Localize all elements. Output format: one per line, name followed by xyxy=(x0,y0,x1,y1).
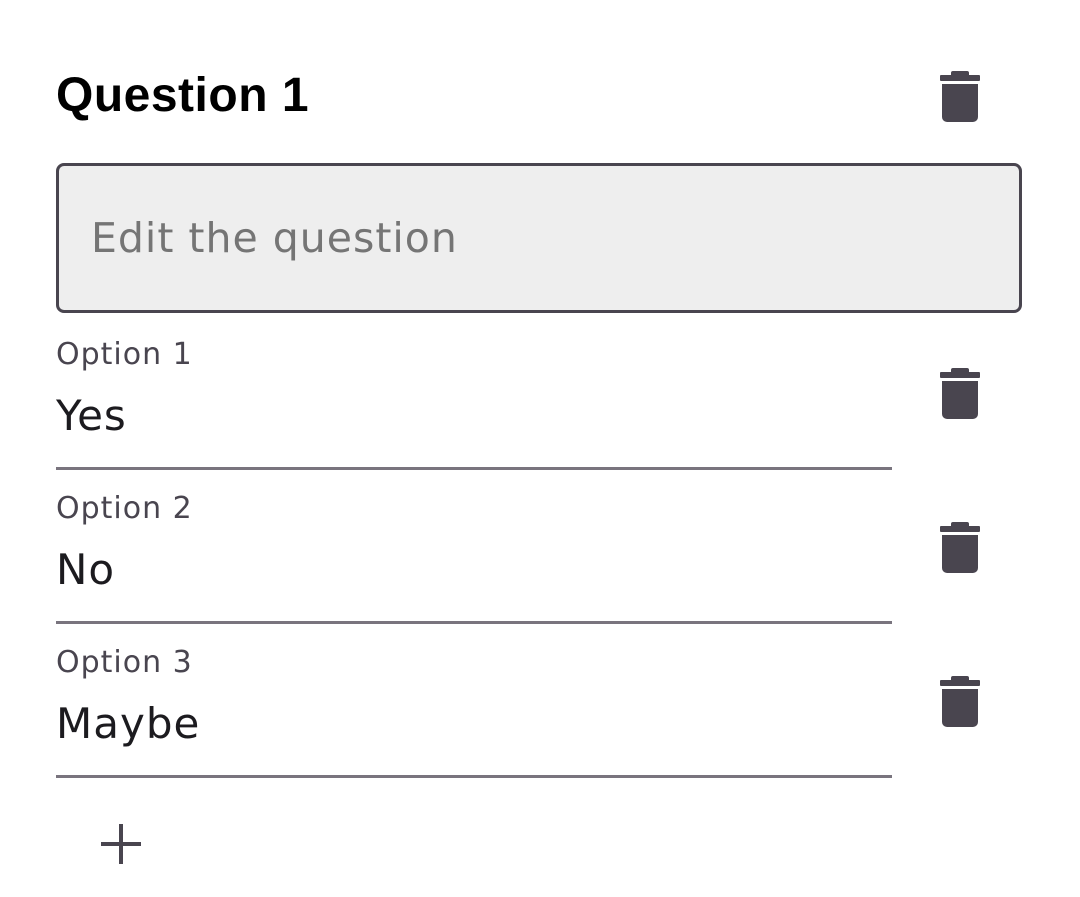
option-field-2[interactable]: Option 2 No xyxy=(56,491,892,624)
delete-option-1-button[interactable] xyxy=(940,367,980,419)
delete-question-button[interactable] xyxy=(940,70,980,122)
add-option-button[interactable] xyxy=(92,816,150,874)
delete-option-2-button[interactable] xyxy=(940,521,980,573)
plus-icon xyxy=(101,824,141,864)
option-field-3[interactable]: Option 3 Maybe xyxy=(56,645,892,778)
option-value[interactable]: Maybe xyxy=(56,699,200,749)
trash-icon xyxy=(940,676,980,727)
question-title: Question 1 xyxy=(56,69,310,122)
option-label: Option 1 xyxy=(56,337,193,372)
option-label: Option 3 xyxy=(56,645,193,680)
option-value[interactable]: Yes xyxy=(56,391,127,441)
option-field-1[interactable]: Option 1 Yes xyxy=(56,337,892,470)
option-label: Option 2 xyxy=(56,491,193,526)
trash-icon xyxy=(940,522,980,573)
trash-icon xyxy=(940,71,980,122)
delete-option-3-button[interactable] xyxy=(940,675,980,727)
option-value[interactable]: No xyxy=(56,545,115,595)
trash-icon xyxy=(940,368,980,419)
question-input[interactable] xyxy=(56,163,1022,313)
